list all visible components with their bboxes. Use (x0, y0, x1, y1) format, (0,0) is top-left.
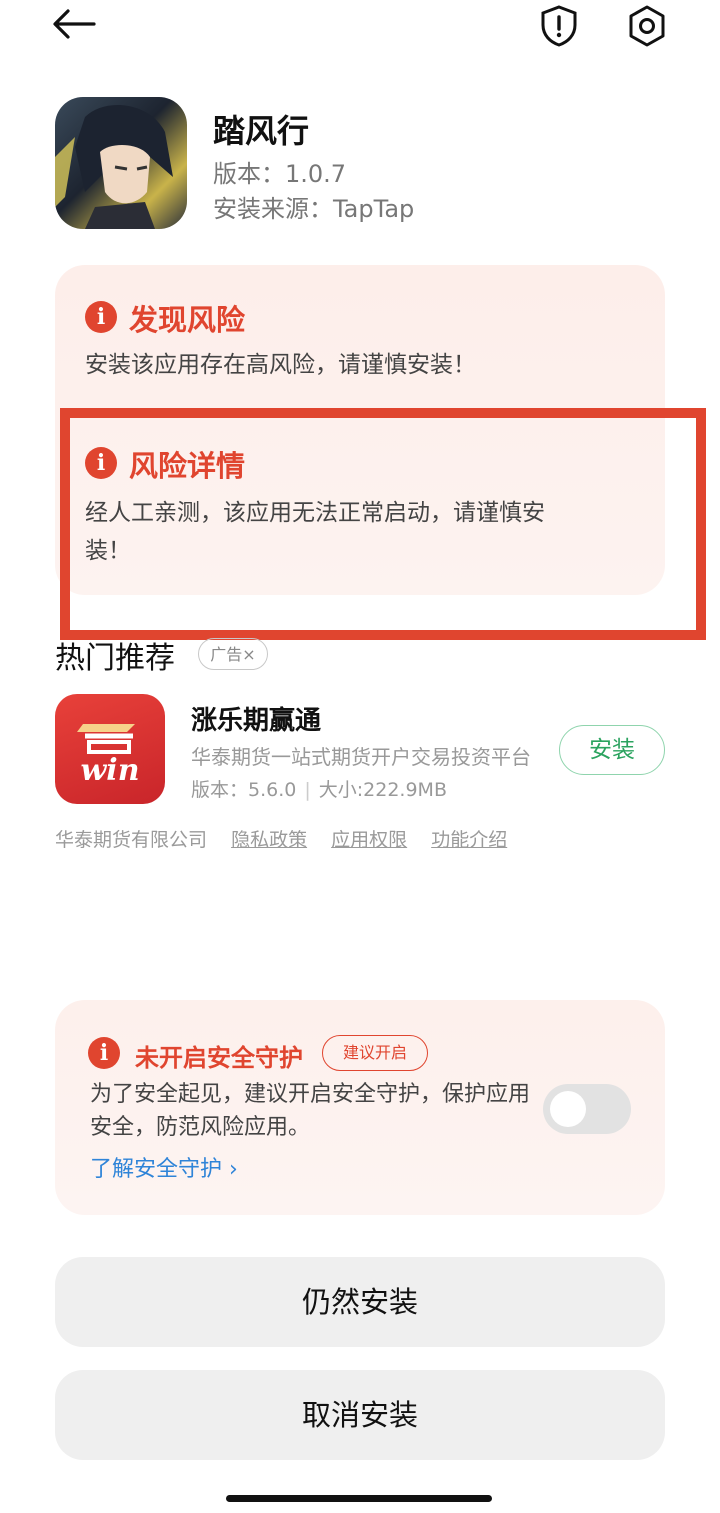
home-indicator[interactable] (226, 1495, 492, 1502)
app-permissions-link[interactable]: 应用权限 (331, 829, 407, 851)
security-shield-button[interactable] (538, 4, 580, 48)
cancel-install-button[interactable]: 取消安装 (55, 1370, 665, 1460)
recommend-app-version: 版本：5.6.0 (191, 779, 297, 801)
back-button[interactable] (50, 6, 98, 42)
recommend-install-button[interactable]: 安装 (559, 725, 665, 775)
suggest-enable-badge: 建议开启 (322, 1035, 428, 1071)
risk-found-title: 发现风险 (129, 303, 246, 337)
privacy-policy-link[interactable]: 隐私政策 (231, 829, 307, 851)
company-name: 华泰期货有限公司 (55, 829, 208, 851)
arrow-left-icon (53, 9, 96, 39)
chevron-right-icon: › (222, 1157, 238, 1182)
warning-info-icon: i (85, 301, 117, 333)
feature-intro-link[interactable]: 功能介绍 (431, 829, 507, 851)
learn-protection-link[interactable]: 了解安全守护 › (90, 1151, 238, 1183)
settings-button[interactable] (626, 4, 668, 48)
risk-found-text: 安装该应用存在高风险，请谨慎安装！ (85, 352, 476, 378)
app-name: 踏风行 (213, 112, 310, 150)
recommend-app-name[interactable]: 涨乐期赢通 (191, 700, 321, 737)
warning-info-icon: i (88, 1037, 120, 1069)
recommend-title: 热门推荐 (55, 641, 175, 676)
protection-toggle[interactable] (543, 1084, 631, 1134)
toggle-knob (550, 1091, 586, 1127)
app-icon (55, 97, 187, 229)
recommend-app-desc: 华泰期货一站式期货开户交易投资平台 (191, 745, 531, 769)
recommend-link-row: 华泰期货有限公司 隐私政策 应用权限 功能介绍 (55, 825, 525, 852)
protection-description: 为了安全起见，建议开启安全守护，保护应用安全，防范风险应用。 (90, 1082, 531, 1140)
recommend-app-size: 大小:222.9MB (318, 779, 447, 801)
recommend-app-icon[interactable]: win (55, 694, 165, 804)
shield-alert-icon (541, 5, 577, 47)
app-version: 版本：1.0.7 (213, 160, 347, 188)
still-install-button[interactable]: 仍然安装 (55, 1257, 665, 1347)
security-protection-card: i 未开启安全守护 建议开启 为了安全起见，建议开启安全守护，保护应用安全，防范… (55, 1000, 665, 1215)
gear-icon (629, 5, 665, 47)
ad-badge[interactable]: 广告× (198, 638, 268, 670)
risk-detail-highlight (60, 408, 706, 640)
svg-text:win: win (80, 753, 139, 788)
install-source: 安装来源：TapTap (213, 195, 415, 223)
protection-title: 未开启安全守护 (135, 1044, 303, 1072)
recommend-app-meta: 版本：5.6.0 | 大小:222.9MB (191, 779, 447, 801)
